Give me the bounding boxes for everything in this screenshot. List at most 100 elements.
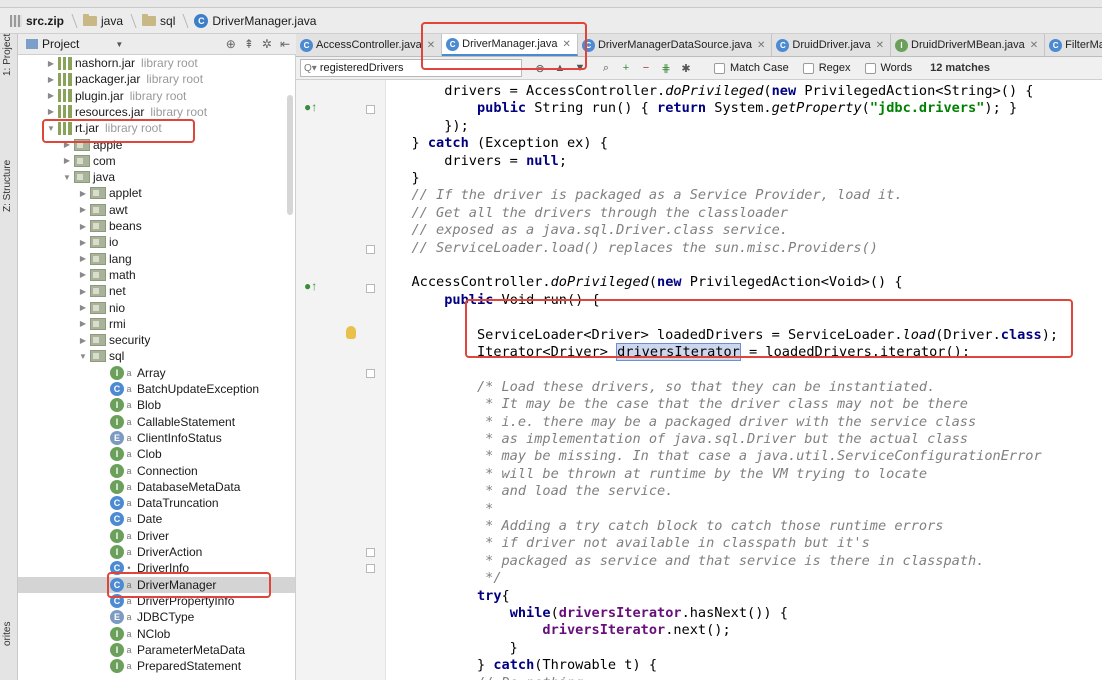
collapsed-arrow-icon[interactable]: ▶ xyxy=(78,254,88,263)
breadcrumb-item-src-zip[interactable]: src.zip xyxy=(6,10,68,32)
tree-row-com[interactable]: ▶ com xyxy=(18,153,295,169)
fold-icon[interactable] xyxy=(366,369,375,378)
tree-row-driverpropertyinfo[interactable]: Ca DriverPropertyInfo xyxy=(18,593,295,609)
tree-row-sql[interactable]: ▼ sql xyxy=(18,348,295,364)
tree-row-lang[interactable]: ▶ lang xyxy=(18,251,295,267)
select-all-occurrences-icon[interactable]: ⋕ xyxy=(658,60,674,76)
tree-row-driver[interactable]: Ia Driver xyxy=(18,528,295,544)
collapsed-arrow-icon[interactable]: ▶ xyxy=(78,238,88,247)
structure-tool-tab[interactable]: Z: Structure xyxy=(2,160,16,223)
collapsed-arrow-icon[interactable]: ▶ xyxy=(78,205,88,214)
tree-row-io[interactable]: ▶ io xyxy=(18,234,295,250)
tree-row-jdbctype[interactable]: Ea JDBCType xyxy=(18,609,295,625)
close-icon[interactable]: ✕ xyxy=(876,40,884,51)
lightbulb-icon[interactable] xyxy=(346,326,356,339)
tree-row-parametermetadata[interactable]: Ia ParameterMetaData xyxy=(18,642,295,658)
words-checkbox[interactable]: Words xyxy=(864,62,912,74)
tree-row-net[interactable]: ▶ net xyxy=(18,283,295,299)
gear-icon[interactable]: ✲ xyxy=(262,37,272,51)
breadcrumb-item-sql[interactable]: sql xyxy=(138,10,179,32)
collapse-icon[interactable]: ⇞ xyxy=(244,37,254,51)
tree-row-preparedstatement[interactable]: Ia PreparedStatement xyxy=(18,658,295,674)
chevron-down-icon[interactable]: ▼ xyxy=(115,40,123,49)
project-tool-tab[interactable]: 1: Project xyxy=(2,34,16,87)
collapsed-arrow-icon[interactable]: ▶ xyxy=(78,222,88,231)
expanded-arrow-icon[interactable]: ▼ xyxy=(62,173,72,182)
collapsed-arrow-icon[interactable]: ▶ xyxy=(78,303,88,312)
tree-row-rmi[interactable]: ▶ rmi xyxy=(18,316,295,332)
fold-icon[interactable] xyxy=(366,105,375,114)
tree-row-clientinfostatus[interactable]: Ea ClientInfoStatus xyxy=(18,430,295,446)
code-editor[interactable]: drivers = AccessController.doPrivileged(… xyxy=(386,80,1102,680)
tab-driver-manager[interactable]: C DriverManager.java ✕ xyxy=(442,34,578,56)
collapsed-arrow-icon[interactable]: ▶ xyxy=(78,270,88,279)
tab-druid-driver[interactable]: C DruidDriver.java ✕ xyxy=(772,34,892,56)
tree-row-math[interactable]: ▶ math xyxy=(18,267,295,283)
tree-row-batchupdateexception[interactable]: Ca BatchUpdateException xyxy=(18,381,295,397)
locate-icon[interactable]: ⊕ xyxy=(226,37,236,51)
override-marker-icon[interactable]: ●↑ xyxy=(304,279,317,293)
tree-row-drivermanager[interactable]: Ca DriverManager xyxy=(18,576,295,593)
collapsed-arrow-icon[interactable]: ▶ xyxy=(46,91,56,100)
breadcrumb-item-drivermanager[interactable]: C DriverManager.java xyxy=(190,10,320,32)
tree-row-driverinfo[interactable]: C • DriverInfo xyxy=(18,560,295,576)
search-input[interactable]: Q▾ registeredDrivers xyxy=(300,59,522,77)
tree-row-driveraction[interactable]: Ia DriverAction xyxy=(18,544,295,560)
hide-icon[interactable]: ⇤ xyxy=(280,37,290,51)
fold-icon[interactable] xyxy=(366,564,375,573)
collapsed-arrow-icon[interactable]: ▶ xyxy=(46,59,56,68)
tab-druid-driver-mbean[interactable]: I DruidDriverMBean.java ✕ xyxy=(891,34,1046,56)
tree-row-security[interactable]: ▶ security xyxy=(18,332,295,348)
tree-row-apple[interactable]: ▶ apple xyxy=(18,137,295,153)
tree-row-nclob[interactable]: Ia NClob xyxy=(18,626,295,642)
override-marker-icon[interactable]: ●↑ xyxy=(304,100,317,114)
tree-row-rt-jar[interactable]: ▼ rt.jar library root xyxy=(18,120,295,136)
add-occurrence-icon[interactable]: + xyxy=(618,60,634,76)
tree-row-connection[interactable]: Ia Connection xyxy=(18,463,295,479)
tree-row-applet[interactable]: ▶ applet xyxy=(18,185,295,201)
collapsed-arrow-icon[interactable]: ▶ xyxy=(46,107,56,116)
tree-row-clob[interactable]: Ia Clob xyxy=(18,446,295,462)
remove-occurrence-icon[interactable]: − xyxy=(638,60,654,76)
tree-row-callablestatement[interactable]: Ia CallableStatement xyxy=(18,414,295,430)
collapsed-arrow-icon[interactable]: ▶ xyxy=(62,140,72,149)
fold-icon[interactable] xyxy=(366,284,375,293)
tree-row-nashorn-jar[interactable]: ▶ nashorn.jar library root xyxy=(18,55,295,71)
expanded-arrow-icon[interactable]: ▼ xyxy=(78,352,88,361)
close-icon[interactable]: ✕ xyxy=(427,40,435,51)
collapsed-arrow-icon[interactable]: ▶ xyxy=(78,319,88,328)
close-icon[interactable]: ✕ xyxy=(563,39,571,50)
tab-driver-manager-data-source[interactable]: C DriverManagerDataSource.java ✕ xyxy=(578,34,773,56)
close-icon[interactable]: ✕ xyxy=(1030,40,1038,51)
previous-match-icon[interactable]: ▲ xyxy=(552,60,568,76)
tree-row-array[interactable]: Ia Array xyxy=(18,365,295,381)
collapsed-arrow-icon[interactable]: ▶ xyxy=(78,336,88,345)
filter-settings-icon[interactable]: ✱ xyxy=(678,60,694,76)
fold-icon[interactable] xyxy=(366,548,375,557)
project-panel-title[interactable]: Project xyxy=(42,37,79,51)
tab-access-controller[interactable]: C AccessController.java ✕ xyxy=(296,34,443,56)
tree-row-awt[interactable]: ▶ awt xyxy=(18,202,295,218)
find-all-icon[interactable]: ⌕ xyxy=(598,60,614,76)
next-match-icon[interactable]: ▼ xyxy=(572,60,588,76)
collapsed-arrow-icon[interactable]: ▶ xyxy=(46,75,56,84)
fold-icon[interactable] xyxy=(366,245,375,254)
tree-row-nio[interactable]: ▶ nio xyxy=(18,300,295,316)
match-case-checkbox[interactable]: Match Case xyxy=(714,62,789,74)
tree-row-beans[interactable]: ▶ beans xyxy=(18,218,295,234)
expanded-arrow-icon[interactable]: ▼ xyxy=(46,124,56,133)
tree-row-blob[interactable]: Ia Blob xyxy=(18,397,295,413)
collapsed-arrow-icon[interactable]: ▶ xyxy=(78,287,88,296)
close-icon[interactable]: ✕ xyxy=(757,40,765,51)
tree-row-datatruncation[interactable]: Ca DataTruncation xyxy=(18,495,295,511)
favorites-tool-tab[interactable]: orites xyxy=(2,622,13,646)
clear-search-icon[interactable]: ⊗ xyxy=(532,60,548,76)
tree-row-resources-jar[interactable]: ▶ resources.jar library root xyxy=(18,104,295,120)
tree-row-packager-jar[interactable]: ▶ packager.jar library root xyxy=(18,71,295,87)
tree-row-date[interactable]: Ca Date xyxy=(18,511,295,527)
collapsed-arrow-icon[interactable]: ▶ xyxy=(78,189,88,198)
tab-filter-manager[interactable]: C FilterMana xyxy=(1045,34,1102,56)
tree-scrollbar[interactable] xyxy=(287,95,293,215)
tree-row-java[interactable]: ▼ java xyxy=(18,169,295,185)
tree-row-databasemetadata[interactable]: Ia DatabaseMetaData xyxy=(18,479,295,495)
